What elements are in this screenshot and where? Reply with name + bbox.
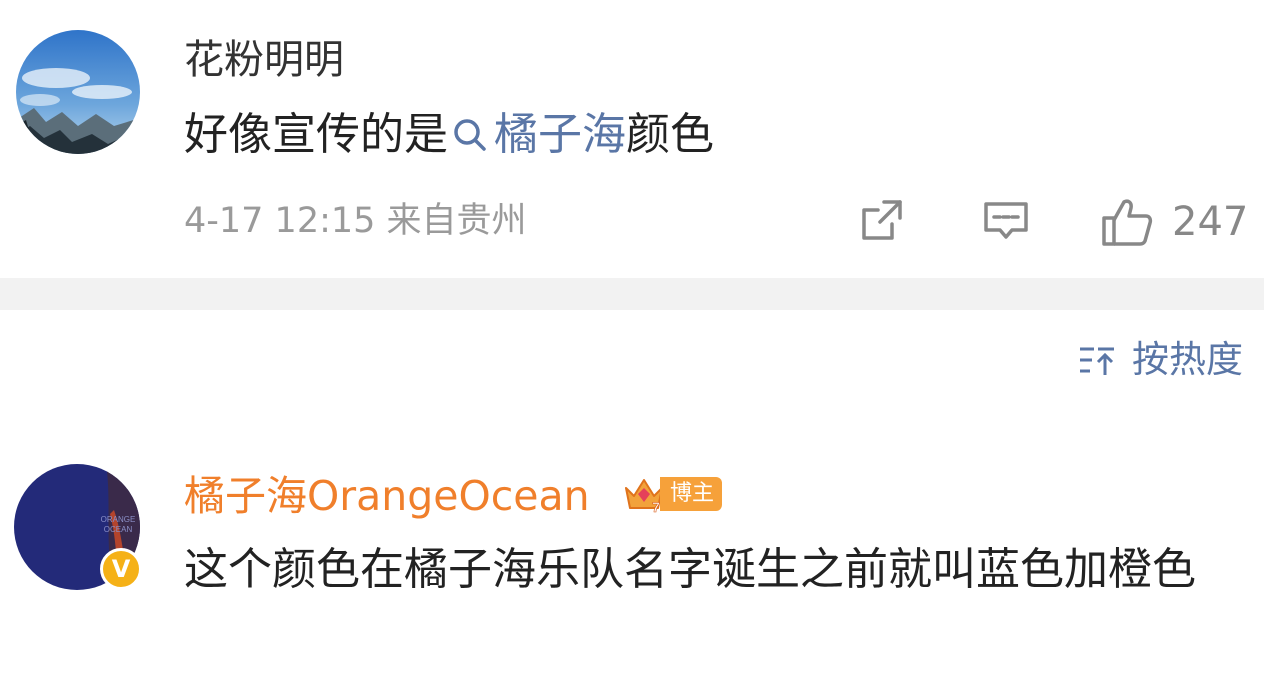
sort-label: 按热度 — [1132, 338, 1243, 381]
avatar-text-line2: OCEAN — [104, 525, 133, 534]
comment-text: 这个颜色在橘子海乐队名字诞生之前就叫蓝色加橙色 — [184, 544, 1196, 595]
section-divider — [0, 278, 1264, 310]
topic-link[interactable]: 橘子海 — [494, 109, 626, 160]
comment-button[interactable] — [982, 196, 1030, 248]
avatar-image — [16, 30, 140, 154]
comment-text-after: 颜色 — [626, 109, 714, 160]
verified-badge: V — [100, 548, 142, 590]
comment-author-name[interactable]: 花粉明明 — [184, 36, 344, 84]
sort-icon — [1080, 347, 1114, 375]
search-icon — [452, 110, 488, 168]
comment-author-name[interactable]: 橘子海OrangeOcean — [184, 470, 590, 522]
thumbs-up-icon — [1102, 199, 1153, 246]
share-icon — [862, 200, 902, 240]
blogger-badge[interactable]: 7 博主 — [622, 474, 723, 514]
badge-level: 7 — [652, 499, 660, 514]
share-button[interactable] — [858, 196, 906, 248]
comment-text-before: 好像宣传的是 — [184, 109, 448, 160]
sort-toggle[interactable]: 按热度 — [1078, 336, 1243, 384]
avatar[interactable] — [16, 30, 140, 154]
like-button[interactable]: 247 — [1100, 196, 1248, 248]
avatar-text-line1: ORANGE — [101, 515, 136, 524]
badge-label: 博主 — [660, 477, 723, 511]
comment-meta: 4-17 12:15 来自贵州 — [184, 201, 527, 241]
comment-text: 好像宣传的是 橘子海颜色 — [184, 106, 714, 168]
like-count: 247 — [1172, 199, 1249, 245]
comment-icon — [984, 202, 1028, 239]
